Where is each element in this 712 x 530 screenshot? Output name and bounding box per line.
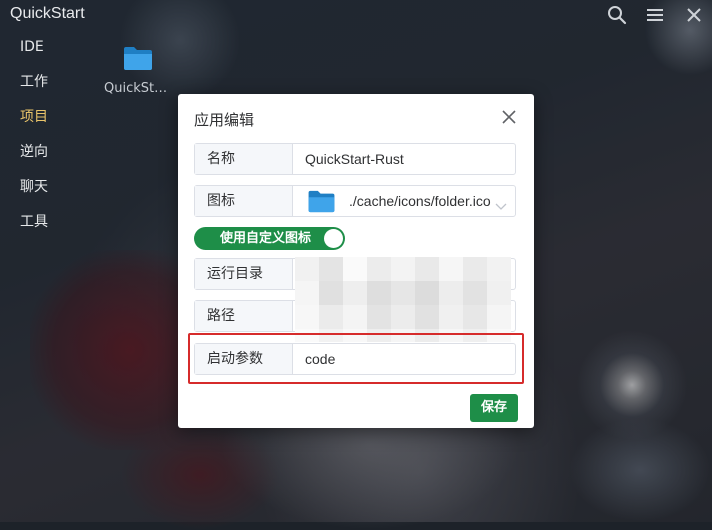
chevron-down-icon[interactable] (495, 196, 507, 215)
title-bar: QuickStart (0, 0, 712, 30)
close-icon[interactable] (500, 108, 518, 126)
app-shortcut-label: QuickStart-Rust (104, 81, 172, 96)
name-input[interactable]: QuickStart-Rust (305, 144, 507, 174)
app-edit-dialog: 应用编辑 名称 QuickStart-Rust 图标 ./cache/icons… (178, 94, 534, 428)
sidebar-item-tools[interactable]: 工具 (0, 207, 90, 242)
field-label: 运行目录 (195, 259, 293, 289)
sidebar-item-reverse[interactable]: 逆向 (0, 137, 90, 172)
icon-field: 图标 ./cache/icons/folder.ico (194, 185, 516, 217)
field-label: 名称 (195, 144, 293, 174)
dialog-title: 应用编辑 (194, 111, 255, 129)
app-title: QuickStart (10, 5, 85, 22)
sidebar-item-work[interactable]: 工作 (0, 67, 90, 102)
sidebar: IDE 工作 项目 逆向 聊天 工具 (0, 32, 90, 242)
sidebar-item-ide[interactable]: IDE (0, 32, 90, 67)
toggle-knob (324, 229, 343, 248)
sidebar-item-projects[interactable]: 项目 (0, 102, 90, 137)
field-label: 路径 (195, 301, 293, 331)
sidebar-item-chat[interactable]: 聊天 (0, 172, 90, 207)
name-field: 名称 QuickStart-Rust (194, 143, 516, 175)
toggle-label: 使用自定义图标 (220, 231, 312, 246)
app-shortcut[interactable]: QuickStart-Rust (104, 45, 172, 96)
menu-icon[interactable] (645, 5, 665, 25)
save-button[interactable]: 保存 (470, 394, 518, 422)
redaction-mosaic (295, 257, 523, 342)
search-icon[interactable] (607, 5, 627, 25)
folder-icon (307, 189, 336, 217)
close-icon[interactable] (684, 5, 704, 25)
folder-icon (123, 47, 153, 75)
field-label: 图标 (195, 186, 293, 216)
custom-icon-toggle[interactable]: 使用自定义图标 (194, 227, 345, 250)
annotation-highlight-box (188, 333, 524, 384)
icon-select[interactable]: ./cache/icons/folder.ico (349, 186, 491, 216)
